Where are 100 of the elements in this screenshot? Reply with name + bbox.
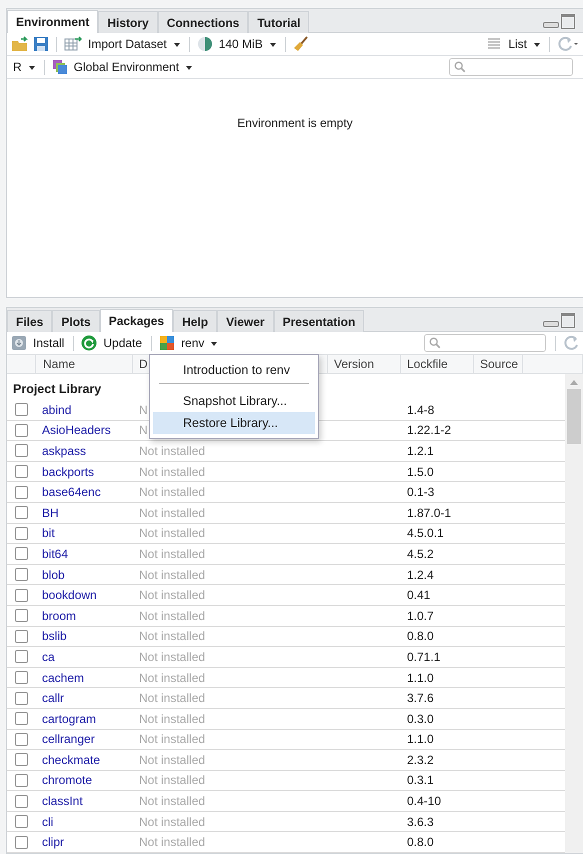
lockfile-version: 1.4-8: [407, 402, 434, 417]
renv-dropdown[interactable]: renv: [179, 336, 220, 350]
install-button[interactable]: Install: [31, 336, 66, 350]
package-checkbox[interactable]: [15, 568, 28, 582]
package-checkbox[interactable]: [15, 630, 28, 643]
import-dataset-button[interactable]: Import Dataset: [86, 37, 182, 51]
memory-usage-button[interactable]: 140 MiB: [216, 37, 278, 51]
pane-tab[interactable]: Viewer: [217, 310, 274, 332]
package-checkbox[interactable]: [15, 506, 28, 520]
package-link[interactable]: backports: [42, 464, 94, 479]
package-link[interactable]: clipr: [42, 835, 64, 850]
package-checkbox[interactable]: [15, 588, 28, 602]
package-link[interactable]: abind: [42, 402, 72, 417]
package-link[interactable]: blob: [42, 568, 65, 582]
package-checkbox[interactable]: [15, 486, 28, 499]
package-checkbox[interactable]: [15, 836, 28, 849]
save-icon[interactable]: [33, 36, 49, 52]
package-checkbox[interactable]: [15, 609, 28, 622]
caret-icon: [211, 342, 218, 346]
package-checkbox[interactable]: [15, 815, 28, 828]
package-link[interactable]: askpass: [42, 444, 86, 458]
view-mode-button[interactable]: List: [506, 37, 542, 51]
language-dropdown[interactable]: R: [11, 60, 37, 74]
package-checkbox[interactable]: [15, 671, 28, 684]
pane-tab[interactable]: Plots: [52, 310, 100, 332]
maximize-icon[interactable]: [561, 313, 575, 328]
package-link[interactable]: classInt: [42, 794, 83, 808]
package-checkbox[interactable]: [15, 712, 28, 726]
pane-tab[interactable]: Files: [7, 310, 52, 332]
package-link[interactable]: cellranger: [42, 732, 95, 746]
package-checkbox[interactable]: [15, 692, 28, 705]
package-link[interactable]: cartogram: [42, 712, 96, 726]
open-folder-icon[interactable]: [11, 36, 29, 52]
lockfile-version: 3.7.6: [407, 691, 434, 706]
package-link[interactable]: chromote: [42, 773, 92, 788]
pane-tab[interactable]: Packages: [100, 309, 174, 332]
scrollbar-thumb[interactable]: [567, 389, 581, 444]
package-checkbox[interactable]: [15, 424, 28, 437]
package-checkbox[interactable]: [15, 444, 28, 458]
table-import-icon[interactable]: [64, 36, 82, 52]
pane-tab[interactable]: History: [98, 11, 158, 33]
package-link[interactable]: bookdown: [42, 588, 97, 602]
menu-item[interactable]: Introduction to renv: [153, 359, 315, 381]
package-link[interactable]: bit64: [42, 546, 68, 561]
package-checkbox[interactable]: [15, 794, 28, 808]
package-description: Not installed: [139, 464, 206, 479]
package-description: Not installed: [139, 814, 206, 829]
package-description: Not installed: [139, 588, 206, 602]
column-header[interactable]: Name: [36, 355, 133, 373]
install-icon: [11, 335, 27, 351]
pane-tab[interactable]: Environment: [7, 10, 98, 33]
package-checkbox[interactable]: [15, 753, 28, 766]
environment-dropdown[interactable]: Global Environment: [72, 60, 194, 74]
package-link[interactable]: AsioHeaders: [42, 423, 111, 438]
pane-tab[interactable]: Connections: [158, 11, 248, 33]
package-checkbox[interactable]: [15, 732, 28, 746]
menu-item[interactable]: Restore Library...: [153, 412, 315, 434]
lockfile-version: 0.4-10: [407, 794, 442, 808]
maximize-icon[interactable]: [561, 14, 575, 29]
package-link[interactable]: base64enc: [42, 485, 101, 500]
lockfile-version: 1.2.4: [407, 568, 434, 582]
package-link[interactable]: callr: [42, 691, 64, 706]
refresh-icon[interactable]: [557, 36, 579, 52]
package-link[interactable]: checkmate: [42, 752, 100, 767]
search-field[interactable]: [424, 334, 546, 352]
package-link[interactable]: BH: [42, 506, 59, 520]
lockfile-version: 0.8.0: [407, 835, 434, 850]
package-link[interactable]: bit: [42, 526, 55, 540]
pane-tab[interactable]: Help: [173, 310, 218, 332]
package-checkbox[interactable]: [15, 403, 28, 416]
package-checkbox[interactable]: [15, 526, 28, 540]
package-checkbox[interactable]: [15, 547, 28, 560]
minimize-icon[interactable]: [543, 321, 559, 327]
column-header[interactable]: Lockfile: [401, 355, 474, 373]
column-header[interactable]: Version: [328, 355, 401, 373]
package-link[interactable]: cli: [42, 814, 54, 829]
package-checkbox[interactable]: [15, 465, 28, 478]
lockfile-version: 4.5.0.1: [407, 526, 444, 540]
package-link[interactable]: ca: [42, 650, 55, 664]
minimize-icon[interactable]: [543, 22, 559, 28]
package-checkbox[interactable]: [15, 774, 28, 787]
lockfile-version: 0.3.1: [407, 773, 434, 788]
lockfile-version: 1.2.1: [407, 444, 434, 458]
environment-icon: [52, 59, 68, 75]
menu-item[interactable]: Snapshot Library...: [153, 390, 315, 412]
pane-tab[interactable]: Presentation: [274, 310, 364, 332]
package-link[interactable]: cachem: [42, 670, 84, 685]
refresh-icon[interactable]: [563, 335, 579, 351]
pane-tab[interactable]: Tutorial: [248, 11, 310, 33]
broom-icon[interactable]: [292, 36, 309, 52]
section-heading: Project Library: [12, 381, 102, 398]
update-button[interactable]: Update: [101, 336, 144, 350]
package-checkbox[interactable]: [15, 650, 28, 664]
column-header[interactable]: Source: [474, 355, 523, 373]
search-field[interactable]: [449, 58, 573, 76]
package-link[interactable]: bslib: [42, 629, 67, 644]
lockfile-version: 1.1.0: [407, 732, 434, 746]
package-description: Not installed: [139, 670, 206, 685]
scrollbar[interactable]: [565, 374, 583, 853]
package-link[interactable]: broom: [42, 608, 76, 623]
